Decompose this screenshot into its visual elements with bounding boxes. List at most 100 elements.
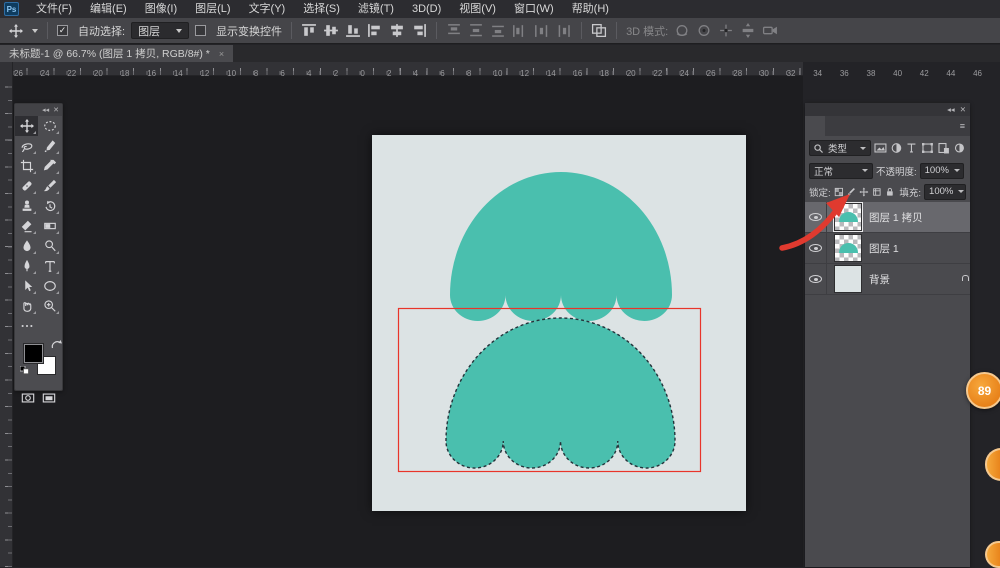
show-transform-checkbox[interactable]: [195, 25, 206, 36]
3d-drag-icon[interactable]: [718, 23, 734, 38]
eye-icon[interactable]: [809, 244, 822, 252]
3d-scale-icon[interactable]: [762, 23, 778, 38]
align-top-icon[interactable]: [301, 23, 317, 38]
menu-item[interactable]: 文件(F): [27, 0, 81, 18]
layer-visibility-cell[interactable]: [805, 202, 827, 232]
layer-thumbnail[interactable]: [834, 203, 862, 231]
hand-tool[interactable]: [15, 296, 38, 316]
blend-mode-dropdown[interactable]: 正常: [809, 163, 873, 179]
collapse-panel-icon[interactable]: ◂◂: [947, 105, 955, 114]
path-selection-tool[interactable]: [15, 276, 38, 296]
blur-tool[interactable]: [15, 236, 38, 256]
gradient-tool[interactable]: [38, 216, 61, 236]
distribute-left-icon[interactable]: [512, 23, 528, 38]
crop-tool[interactable]: [15, 156, 38, 176]
layer-visibility-cell[interactable]: [805, 264, 827, 294]
distribute-bottom-icon[interactable]: [490, 23, 506, 38]
3d-roll-icon[interactable]: [696, 23, 712, 38]
3d-slide-icon[interactable]: [740, 23, 756, 38]
filter-toggle-icon[interactable]: [953, 142, 966, 154]
layer-thumbnail[interactable]: [834, 265, 862, 293]
shape-tool[interactable]: [38, 276, 61, 296]
document-tab[interactable]: 未标题-1 @ 66.7% (图层 1 拷贝, RGB/8#) * ×: [0, 45, 233, 62]
umbrella-shape-top[interactable]: [450, 172, 672, 321]
opacity-dropdown[interactable]: 100%: [920, 163, 964, 179]
collapse-panel-icon[interactable]: ◂◂: [42, 106, 49, 114]
close-panel-icon[interactable]: ✕: [960, 105, 966, 114]
menu-item[interactable]: 窗口(W): [505, 0, 563, 18]
lock-transparent-pixels-icon[interactable]: [834, 186, 844, 198]
menu-item[interactable]: 图层(L): [186, 0, 239, 18]
quick-mask-icon[interactable]: [17, 390, 39, 406]
align-bottom-icon[interactable]: [345, 23, 361, 38]
panel-tab[interactable]: [805, 116, 825, 136]
menu-item[interactable]: 文字(Y): [240, 0, 295, 18]
lock-artboard-icon[interactable]: [872, 186, 882, 198]
spot-healing-brush-tool[interactable]: [15, 176, 38, 196]
auto-align-layers-icon[interactable]: [591, 23, 607, 38]
menu-item[interactable]: 选择(S): [294, 0, 349, 18]
3d-rotate-icon[interactable]: [674, 23, 690, 38]
swap-colors-icon[interactable]: [51, 340, 62, 350]
canvas[interactable]: [372, 135, 746, 511]
panel-menu-icon[interactable]: ≡: [960, 121, 965, 131]
distribute-horizontal-center-icon[interactable]: [534, 23, 550, 38]
filter-type-layers-icon[interactable]: [905, 142, 918, 154]
menu-item[interactable]: 帮助(H): [563, 0, 618, 18]
align-left-icon[interactable]: [367, 23, 383, 38]
eyedropper-tool[interactable]: [38, 156, 61, 176]
distribute-top-icon[interactable]: [446, 23, 462, 38]
filter-shape-layers-icon[interactable]: [921, 142, 934, 154]
horizontal-ruler[interactable]: 2624222018161412108642024681012141618202…: [0, 62, 803, 76]
eye-icon[interactable]: [809, 275, 822, 283]
tool-preset-chevron-icon[interactable]: [32, 29, 38, 33]
layer-row[interactable]: 图层 1: [805, 233, 970, 264]
dodge-tool[interactable]: [38, 236, 61, 256]
menu-item[interactable]: 3D(D): [403, 0, 450, 18]
menu-item[interactable]: 图像(I): [136, 0, 186, 18]
lock-image-pixels-icon[interactable]: [846, 186, 856, 198]
lasso-tool[interactable]: [15, 136, 38, 156]
eraser-tool[interactable]: [15, 216, 38, 236]
foreground-color-swatch[interactable]: [24, 344, 43, 363]
layer-name[interactable]: 图层 1: [869, 241, 899, 256]
layer-name[interactable]: 图层 1 拷贝: [869, 210, 923, 225]
filter-type-dropdown[interactable]: 类型: [809, 140, 871, 156]
layer-thumbnail[interactable]: [834, 234, 862, 262]
orange-coin-badge[interactable]: 89: [966, 372, 1000, 409]
clone-stamp-tool[interactable]: [15, 196, 38, 216]
orange-wedge-icon[interactable]: [985, 448, 1000, 481]
eye-icon[interactable]: [809, 213, 822, 221]
distribute-vertical-center-icon[interactable]: [468, 23, 484, 38]
umbrella-shape-bottom-selected[interactable]: [446, 318, 675, 468]
edit-toolbar-ellipsis[interactable]: [15, 316, 38, 336]
history-brush-tool[interactable]: [38, 196, 61, 216]
menu-item[interactable]: 滤镜(T): [349, 0, 403, 18]
close-panel-icon[interactable]: ✕: [53, 106, 59, 114]
pen-tool[interactable]: [15, 256, 38, 276]
move-tool-preset-icon[interactable]: [6, 21, 26, 41]
screen-mode-icon[interactable]: [39, 390, 61, 406]
auto-select-checkbox[interactable]: ✓: [57, 25, 68, 36]
filter-smart-objects-icon[interactable]: [937, 142, 950, 154]
distribute-right-icon[interactable]: [556, 23, 572, 38]
marquee-tool[interactable]: [38, 116, 61, 136]
lock-all-icon[interactable]: [885, 186, 895, 198]
lock-position-icon[interactable]: [859, 186, 869, 198]
orange-wedge-icon[interactable]: [985, 541, 1000, 568]
move-tool[interactable]: [15, 116, 38, 136]
align-vertical-center-icon[interactable]: [323, 23, 339, 38]
zoom-tool[interactable]: [38, 296, 61, 316]
vertical-ruler[interactable]: [0, 76, 13, 567]
layer-visibility-cell[interactable]: [805, 233, 827, 263]
filter-adjustment-layers-icon[interactable]: [890, 142, 903, 154]
menu-item[interactable]: 视图(V): [450, 0, 505, 18]
align-horizontal-center-icon[interactable]: [389, 23, 405, 38]
fill-dropdown[interactable]: 100%: [924, 184, 966, 200]
panel-tab[interactable]: [825, 116, 845, 136]
tab-close-icon[interactable]: ×: [219, 49, 224, 59]
auto-select-target-dropdown[interactable]: 图层: [131, 22, 189, 39]
brush-tool[interactable]: [38, 176, 61, 196]
default-colors-icon[interactable]: [20, 366, 29, 374]
menu-item[interactable]: 编辑(E): [81, 0, 136, 18]
